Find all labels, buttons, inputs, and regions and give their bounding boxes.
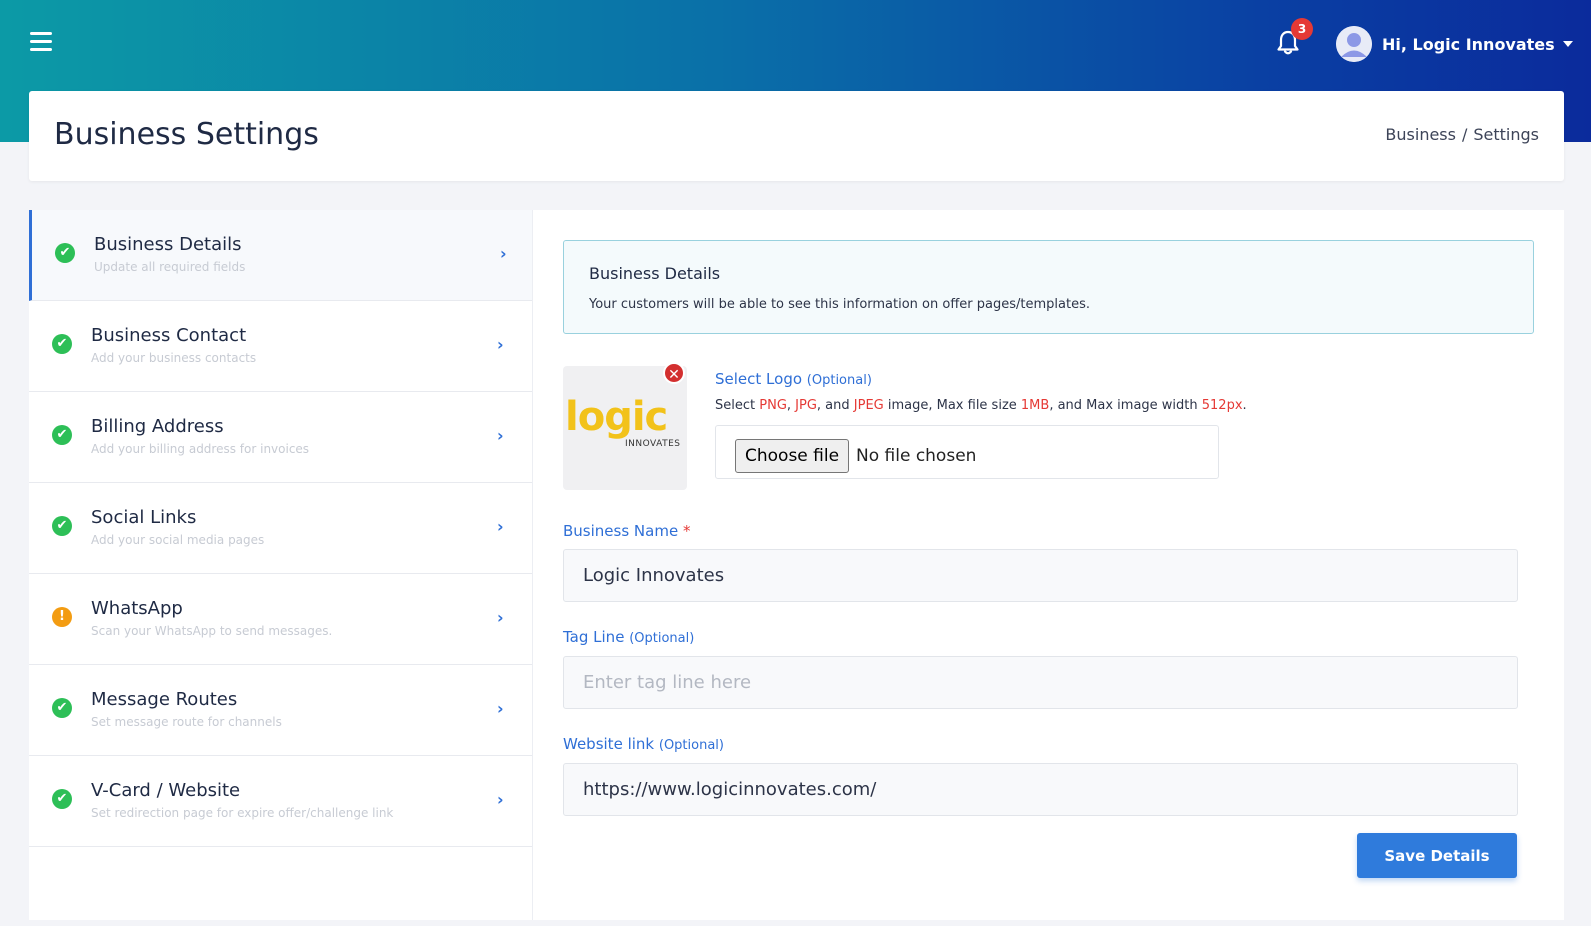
tag-line-input[interactable] — [563, 656, 1518, 709]
menu-icon[interactable] — [30, 32, 52, 52]
hint-text: . — [1242, 398, 1247, 413]
sidebar-item-business-contact[interactable]: ✔ Business Contact Add your business con… — [29, 301, 532, 392]
check-circle-icon: ✔ — [52, 698, 72, 718]
check-circle-icon: ✔ — [52, 789, 72, 809]
sidebar-item-title: Message Routes — [91, 689, 238, 710]
sidebar-item-subtitle: Add your business contacts — [91, 351, 257, 365]
website-link-input[interactable] — [563, 763, 1518, 816]
save-details-button[interactable]: Save Details — [1357, 833, 1517, 878]
logo-file-input: Choose file No file chosen — [715, 425, 1219, 479]
hint-text: image, Max file size — [883, 398, 1021, 413]
tag-line-label-text: Tag Line — [563, 628, 625, 646]
user-menu[interactable]: Hi, Logic Innovates — [1336, 26, 1573, 62]
breadcrumb-business[interactable]: Business — [1385, 125, 1456, 144]
hint-text: Select — [715, 398, 760, 413]
sidebar-item-message-routes[interactable]: ✔ Message Routes Set message route for c… — [29, 665, 532, 756]
sidebar-item-social-links[interactable]: ✔ Social Links Add your social media pag… — [29, 483, 532, 574]
file-status: No file chosen — [856, 446, 977, 466]
sidebar-item-title: Business Contact — [91, 325, 247, 346]
check-circle-icon: ✔ — [52, 334, 72, 354]
logo-preview-sub: INNOVATES — [625, 439, 681, 449]
chevron-right-icon: › — [497, 517, 504, 536]
hint-highlight: PNG — [759, 398, 787, 413]
hint-highlight: JPEG — [853, 398, 884, 413]
avatar — [1336, 26, 1372, 62]
hint-highlight: JPG — [795, 398, 817, 413]
logo-preview-word: logic — [565, 394, 668, 440]
page-header: Business Settings Business / Settings — [29, 91, 1564, 181]
sidebar-item-title: Business Details — [94, 234, 242, 255]
sidebar-item-subtitle: Scan your WhatsApp to send messages. — [91, 624, 333, 638]
chevron-right-icon: › — [497, 426, 504, 445]
sidebar-item-title: V-Card / Website — [91, 780, 241, 801]
info-title: Business Details — [589, 264, 721, 283]
sidebar-item-subtitle: Set message route for channels — [91, 715, 282, 729]
sidebar-item-whatsapp[interactable]: ! WhatsApp Scan your WhatsApp to send me… — [29, 574, 532, 665]
chevron-right-icon: › — [497, 790, 504, 809]
website-link-label: Website link (Optional) — [563, 735, 724, 753]
sidebar-item-title: Social Links — [91, 507, 197, 528]
hint-highlight: 512px — [1201, 398, 1243, 413]
notification-badge: 3 — [1291, 18, 1313, 40]
hint-text: , and Max image width — [1049, 398, 1202, 413]
warning-circle-icon: ! — [52, 607, 72, 627]
tag-line-label: Tag Line (Optional) — [563, 628, 694, 646]
chevron-right-icon: › — [497, 335, 504, 354]
sidebar-item-title: Billing Address — [91, 416, 224, 437]
hint-text: , — [786, 398, 796, 413]
hint-highlight: 1MB — [1020, 398, 1050, 413]
optional-tag: (Optional) — [629, 631, 695, 646]
hint-text: , and — [816, 398, 854, 413]
settings-sidebar: ✔ Business Details Update all required f… — [29, 210, 533, 920]
chevron-right-icon: › — [497, 608, 504, 627]
sidebar-item-subtitle: Add your social media pages — [91, 533, 265, 547]
chevron-right-icon: › — [497, 699, 504, 718]
business-name-label-text: Business Name — [563, 522, 679, 540]
caret-down-icon — [1562, 41, 1573, 47]
choose-file-button[interactable]: Choose file — [735, 439, 850, 473]
info-box: Business Details Your customers will be … — [563, 240, 1534, 334]
select-logo-label: Select Logo (Optional) — [715, 370, 872, 388]
user-greeting: Hi, Logic Innovates — [1382, 34, 1555, 54]
logo-preview: logic INNOVATES — [563, 366, 687, 490]
page-title: Business Settings — [54, 117, 319, 152]
check-circle-icon: ✔ — [52, 516, 72, 536]
select-logo-text: Select Logo — [715, 370, 803, 388]
sidebar-item-business-details[interactable]: ✔ Business Details Update all required f… — [29, 210, 532, 301]
optional-tag: (Optional) — [806, 373, 872, 388]
breadcrumb-settings: Settings — [1473, 125, 1539, 144]
website-link-label-text: Website link — [563, 735, 655, 753]
info-text: Your customers will be able to see this … — [589, 297, 1090, 312]
optional-tag: (Optional) — [658, 738, 724, 753]
logo-hint: Select PNG, JPG, and JPEG image, Max fil… — [715, 398, 1247, 413]
sidebar-item-billing-address[interactable]: ✔ Billing Address Add your billing addre… — [29, 392, 532, 483]
business-details-panel: Business Details Your customers will be … — [533, 210, 1564, 920]
sidebar-item-title: WhatsApp — [91, 598, 183, 619]
sidebar-item-subtitle: Set redirection page for expire offer/ch… — [91, 806, 394, 820]
chevron-right-icon: › — [500, 244, 507, 263]
breadcrumb: Business / Settings — [1385, 125, 1539, 144]
remove-logo-icon[interactable]: ✕ — [663, 362, 685, 384]
business-name-input[interactable] — [563, 549, 1518, 602]
required-mark: * — [682, 522, 691, 540]
breadcrumb-separator: / — [1461, 125, 1468, 144]
check-circle-icon: ✔ — [52, 425, 72, 445]
sidebar-item-subtitle: Update all required fields — [94, 260, 246, 274]
sidebar-item-vcard-website[interactable]: ✔ V-Card / Website Set redirection page … — [29, 756, 532, 847]
sidebar-item-subtitle: Add your billing address for invoices — [91, 442, 310, 456]
check-circle-icon: ✔ — [55, 243, 75, 263]
business-name-label: Business Name * — [563, 522, 690, 540]
